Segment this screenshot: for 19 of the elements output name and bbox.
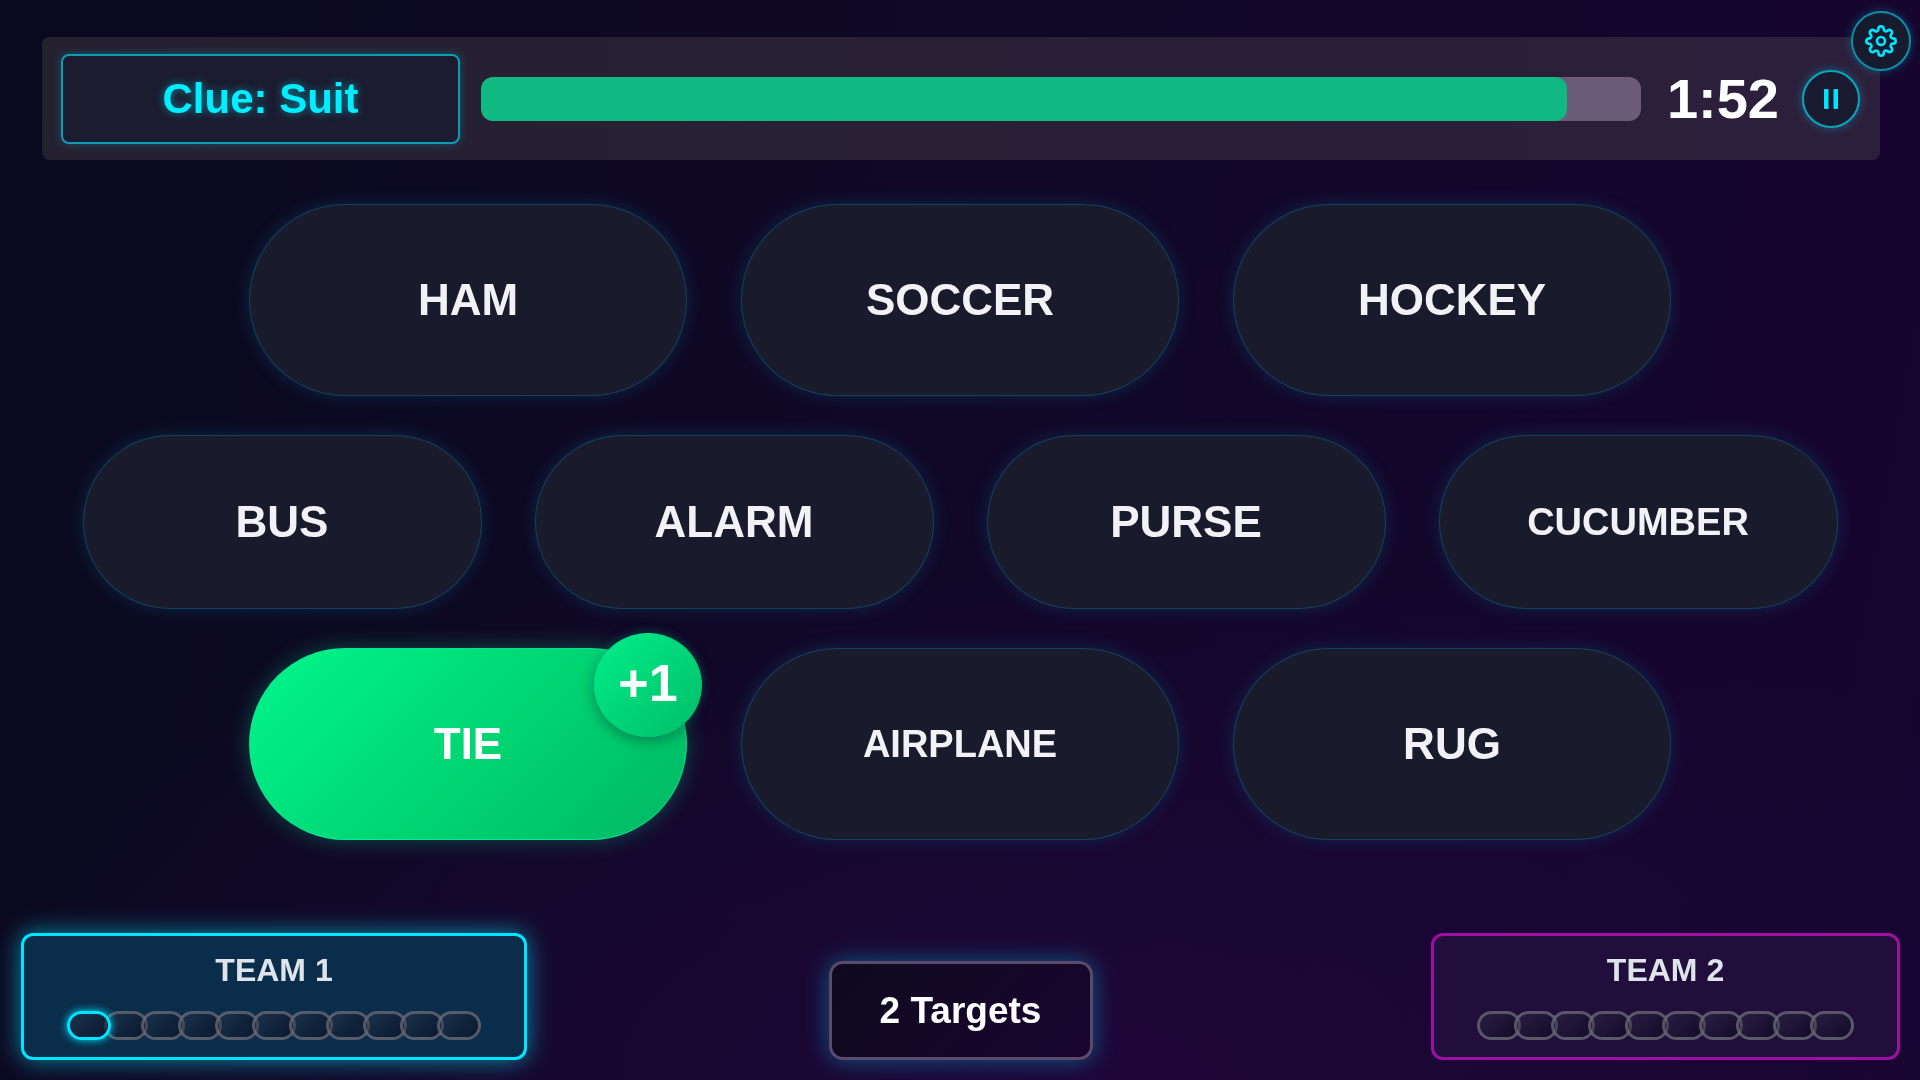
- word-card[interactable]: HOCKEY: [1233, 204, 1671, 396]
- settings-button[interactable]: [1851, 11, 1911, 71]
- targets-counter: 2 Targets: [828, 961, 1093, 1060]
- settings-icon: [1865, 25, 1897, 57]
- word-card[interactable]: BUS: [82, 435, 482, 609]
- team-name: TEAM 1: [215, 951, 333, 989]
- points-bubble: +1: [594, 633, 702, 737]
- timer-readout: 1:52: [1666, 70, 1779, 127]
- clue-banner: Clue: Suit: [61, 53, 460, 144]
- word-card[interactable]: ALARM: [534, 435, 934, 609]
- word-card[interactable]: PURSE: [986, 435, 1386, 609]
- pause-button[interactable]: [1802, 69, 1860, 128]
- word-card[interactable]: CUCUMBER: [1438, 435, 1838, 609]
- word-card[interactable]: AIRPLANE: [741, 648, 1179, 840]
- word-card[interactable]: RUG: [1233, 648, 1671, 840]
- team-name: TEAM 2: [1606, 951, 1725, 989]
- word-card[interactable]: HAM: [249, 204, 687, 396]
- word-card[interactable]: SOCCER: [741, 204, 1179, 396]
- pause-icon: [1824, 88, 1838, 109]
